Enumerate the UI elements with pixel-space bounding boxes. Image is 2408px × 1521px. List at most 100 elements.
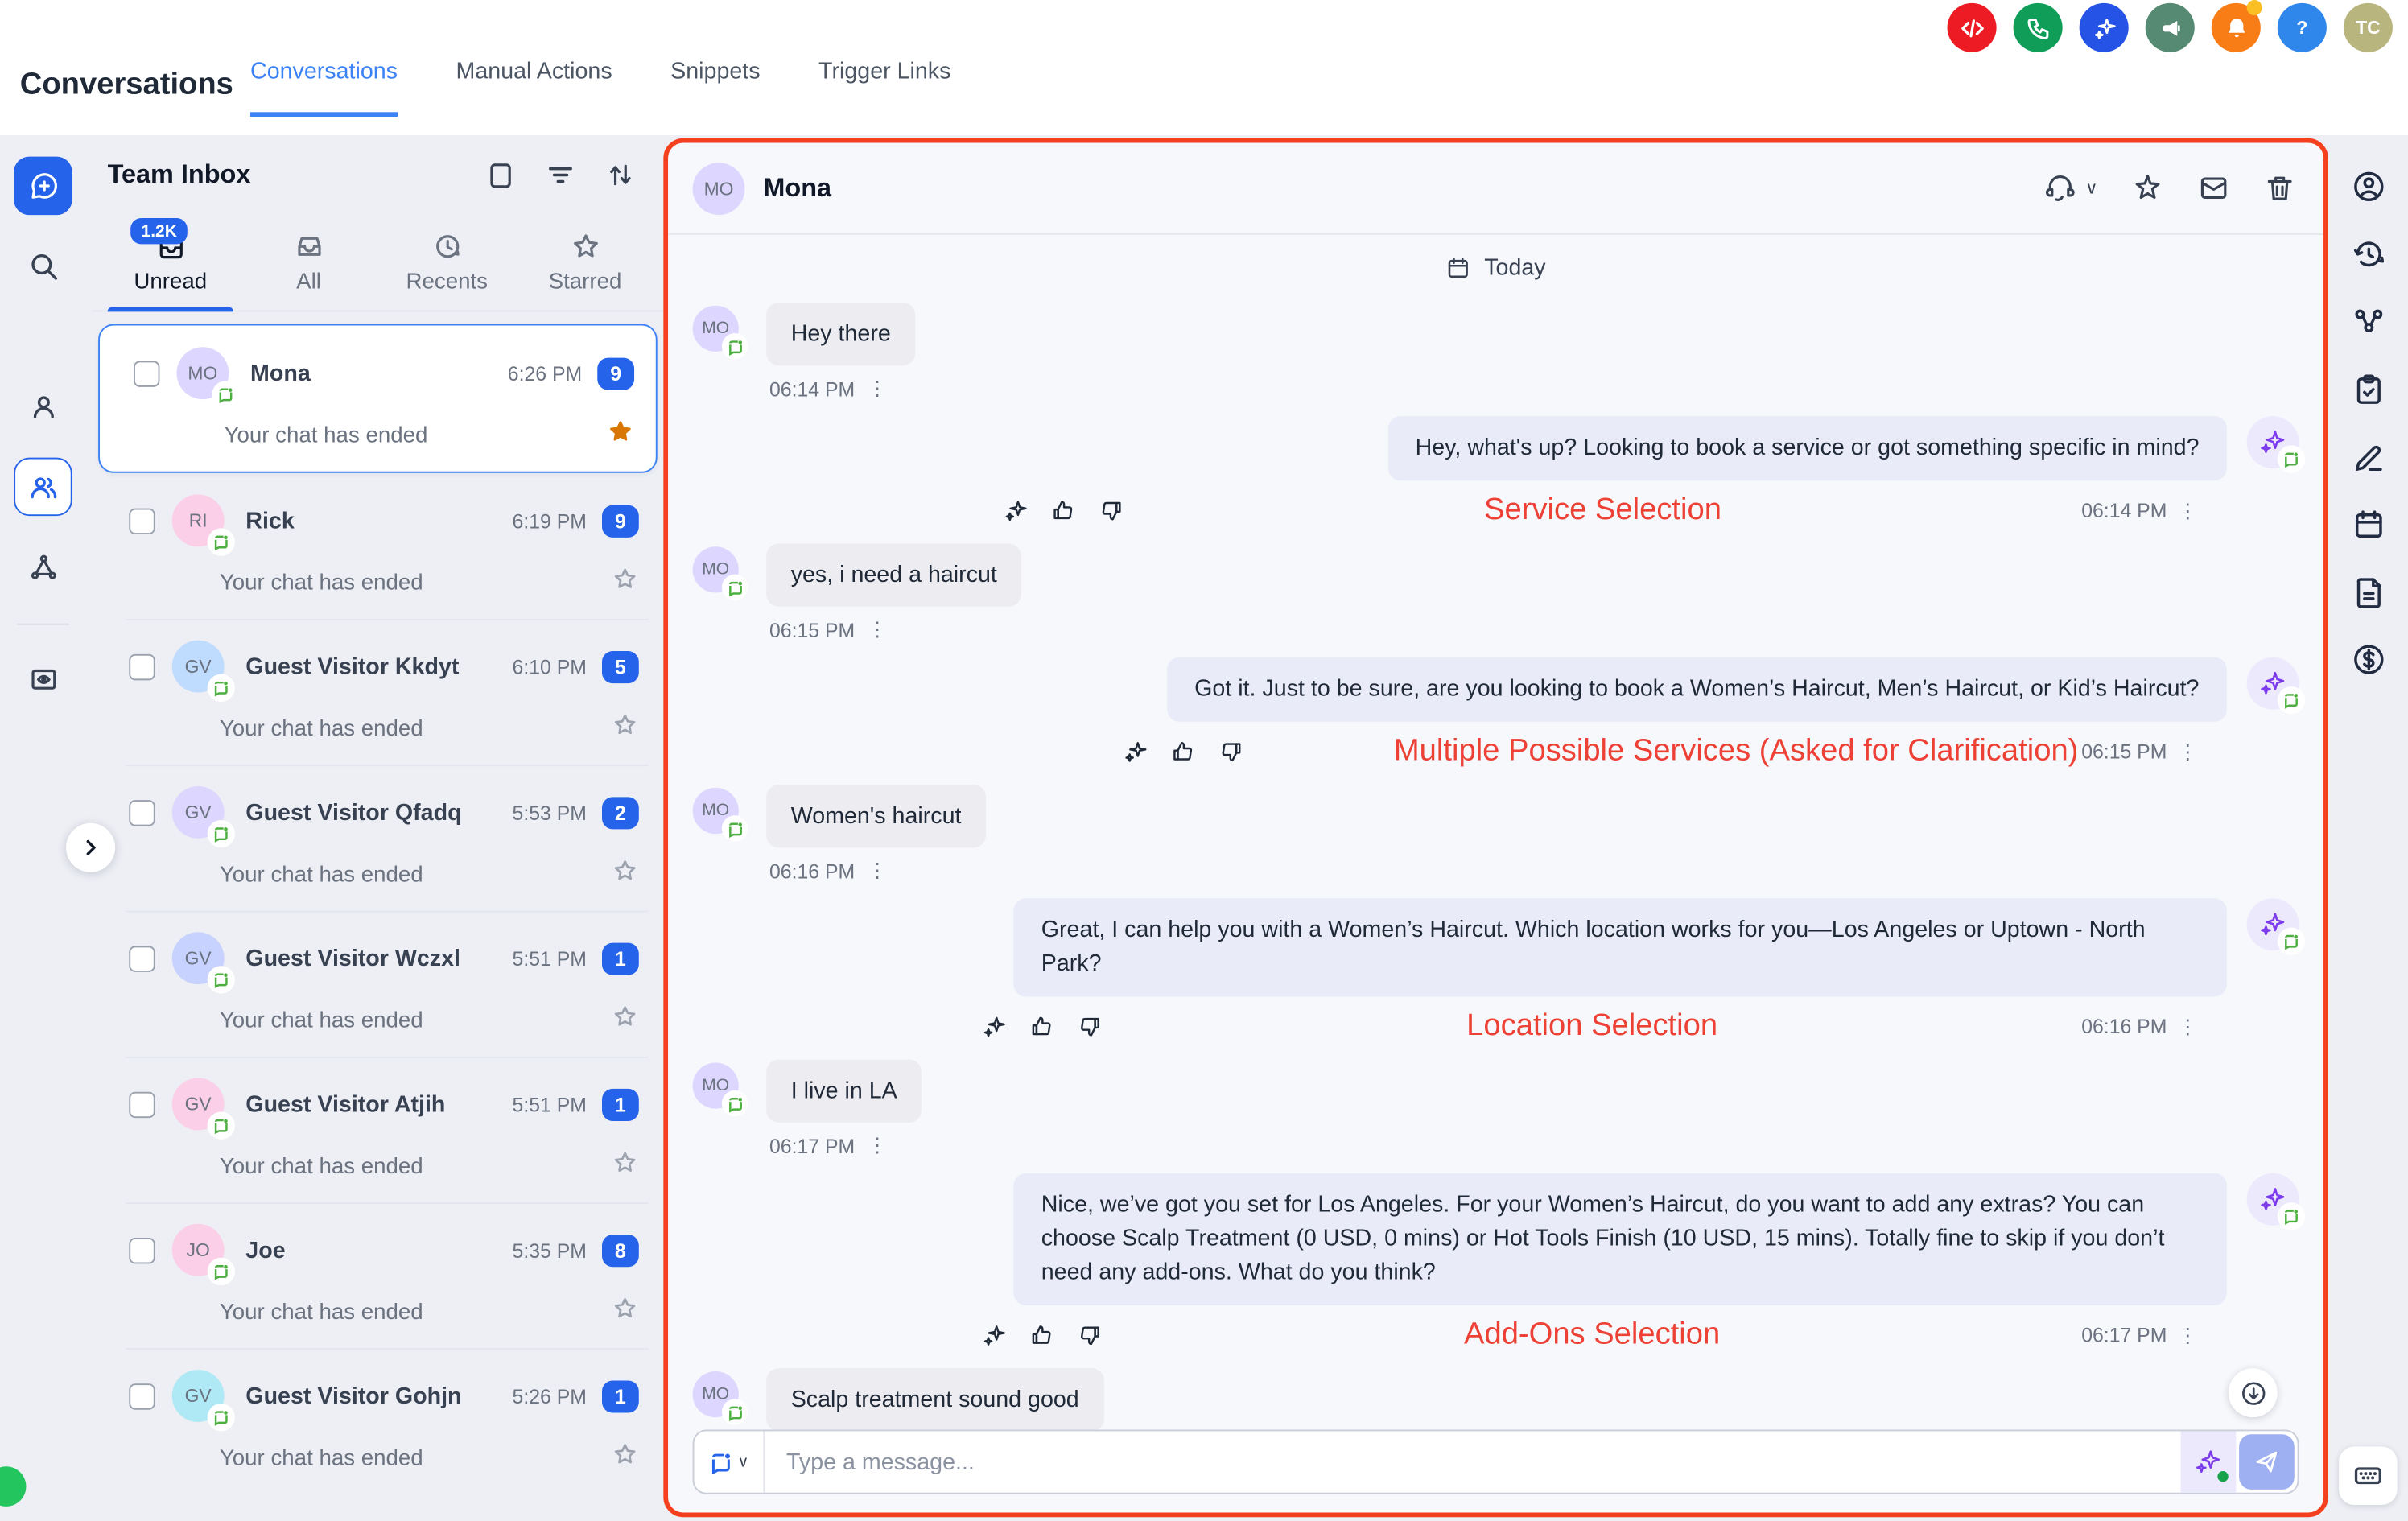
flow-annotation: Service Selection [1124,493,2081,529]
team-inbox-icon[interactable] [14,458,72,517]
thumbs-down-icon[interactable] [1098,497,1124,523]
conversation-checkbox[interactable] [129,1383,155,1408]
scroll-to-bottom-button[interactable] [2229,1368,2278,1417]
starred-icon [569,230,601,262]
star-toggle[interactable] [611,1003,638,1038]
message-menu-icon[interactable]: ⋮ [2178,740,2198,765]
filter-icon[interactable] [545,159,575,190]
send-button[interactable] [2239,1434,2295,1490]
conversation-checkbox[interactable] [134,360,159,385]
star-toggle[interactable] [611,1295,638,1330]
new-conversation-icon[interactable] [14,157,72,216]
collapse-panel-button[interactable] [66,823,115,872]
livechat-channel-icon [208,528,235,555]
code-icon[interactable] [1948,3,1997,52]
quick-actions-icon[interactable] [2132,172,2164,204]
inbox-tab-unread[interactable]: 1.2K Unread [101,215,240,310]
message-menu-icon[interactable]: ⋮ [2178,498,2198,523]
inbox-tab-starred[interactable]: Starred [516,215,654,310]
routing-icon[interactable] [2350,304,2385,340]
conversation-list-item[interactable]: GV Guest Visitor Atjih 5:51 PM 1 Your ch… [95,1057,660,1202]
conversation-list-item[interactable]: MO Mona 6:26 PM 9 Your chat has ended [98,324,658,473]
message-input[interactable] [765,1431,2180,1492]
monitor-icon[interactable] [14,649,72,708]
avatar: GV [172,1078,225,1131]
livechat-channel-icon [208,820,235,847]
message-menu-icon[interactable]: ⋮ [867,1133,887,1158]
star-toggle[interactable] [611,1148,638,1184]
keyboard-shortcuts-icon[interactable] [2339,1446,2398,1505]
unread-count: 8 [602,1234,639,1266]
thumbs-down-icon[interactable] [1077,1013,1103,1039]
conversation-list-item[interactable]: GV Guest Visitor Qfadq 5:53 PM 2 Your ch… [95,765,660,910]
notes-icon[interactable] [2350,439,2385,475]
conversation-checkbox[interactable] [129,1237,155,1263]
livechat-channel-icon [2278,445,2305,472]
top-tabs: Conversations Manual Actions Snippets Tr… [250,59,950,117]
message-menu-icon[interactable]: ⋮ [2178,1014,2198,1039]
tasks-icon[interactable] [2350,372,2385,407]
conversation-checkbox[interactable] [129,508,155,534]
conversation-list-item[interactable]: GV Guest Visitor Gohjn 5:26 PM 1 Your ch… [95,1348,660,1494]
delete-icon[interactable] [2264,172,2296,204]
tab-manual-actions[interactable]: Manual Actions [456,59,612,117]
phone-icon[interactable] [2014,3,2063,52]
calendar-icon[interactable] [2350,507,2385,542]
assign-agent-icon[interactable] [2044,172,2076,204]
avatar: GV [172,641,225,693]
unread-count: 1 [602,942,639,975]
megaphone-icon[interactable] [2146,3,2195,52]
conversation-list-item[interactable]: JO Joe 5:35 PM 8 Your chat has ended [95,1202,660,1348]
conversation-checkbox[interactable] [129,945,155,971]
chevron-down-icon[interactable]: ∨ [2085,178,2097,198]
tab-trigger-links[interactable]: Trigger Links [818,59,950,117]
thumbs-up-icon[interactable] [1050,497,1076,523]
select-all-icon[interactable] [485,159,516,190]
payments-icon[interactable] [2350,642,2385,678]
contact-profile-icon[interactable] [2350,169,2385,204]
star-toggle[interactable] [611,1441,638,1476]
star-toggle[interactable] [611,711,638,746]
conversation-checkbox[interactable] [129,799,155,825]
documents-icon[interactable] [2350,575,2385,610]
thumbs-down-icon[interactable] [1077,1322,1103,1348]
message-menu-icon[interactable]: ⋮ [867,617,887,642]
star-toggle[interactable] [611,857,638,892]
message-outgoing: Great, I can help you with a Women’s Hai… [693,898,2299,1044]
message-menu-icon[interactable]: ⋮ [2178,1323,2198,1348]
conversation-checkbox[interactable] [129,653,155,679]
thumbs-up-icon[interactable] [1029,1013,1054,1039]
contact-name: Mona [763,174,831,204]
conversation-list-item[interactable]: RI Rick 6:19 PM 9 Your chat has ended [95,473,660,619]
ai-assist-button[interactable] [2181,1431,2237,1492]
thumbs-down-icon[interactable] [1218,739,1243,765]
star-toggle[interactable] [607,418,634,453]
conversation-checkbox[interactable] [129,1091,155,1117]
ai-sparkle-icon[interactable] [2080,3,2129,52]
inbox-tab-recents[interactable]: Recents [377,215,516,310]
conversation-list-item[interactable]: GV Guest Visitor Wczxl 5:51 PM 1 Your ch… [95,911,660,1057]
message-scroll-area[interactable]: Today MO Hey there 06:14 PM⋮ Hey, what's… [668,237,2323,1513]
integrations-icon[interactable] [14,538,72,596]
sort-icon[interactable] [605,159,636,190]
notifications-bell-icon[interactable] [2212,3,2261,52]
livechat-channel-icon [208,1404,235,1431]
thumbs-up-icon[interactable] [1170,739,1196,765]
message-menu-icon[interactable]: ⋮ [867,377,887,402]
inbox-tab-all[interactable]: All [240,215,378,310]
conversation-list-item[interactable]: GV Guest Visitor Kkdyt 6:10 PM 5 Your ch… [95,619,660,765]
mark-as-read-icon[interactable] [2198,172,2230,204]
tab-snippets[interactable]: Snippets [670,59,760,117]
user-avatar[interactable]: TC [2344,3,2393,52]
channel-selector[interactable]: ∨ [694,1431,765,1492]
thumbs-up-icon[interactable] [1029,1322,1054,1348]
message-bubble: Great, I can help you with a Women’s Hai… [1013,898,2226,996]
history-icon[interactable] [2350,237,2385,272]
tab-conversations[interactable]: Conversations [250,59,398,117]
help-icon[interactable]: ? [2278,3,2327,52]
message-menu-icon[interactable]: ⋮ [867,859,887,884]
contacts-icon[interactable] [14,377,72,436]
search-icon[interactable] [14,237,72,295]
star-toggle[interactable] [611,565,638,600]
livechat-channel-icon [2278,1202,2305,1230]
